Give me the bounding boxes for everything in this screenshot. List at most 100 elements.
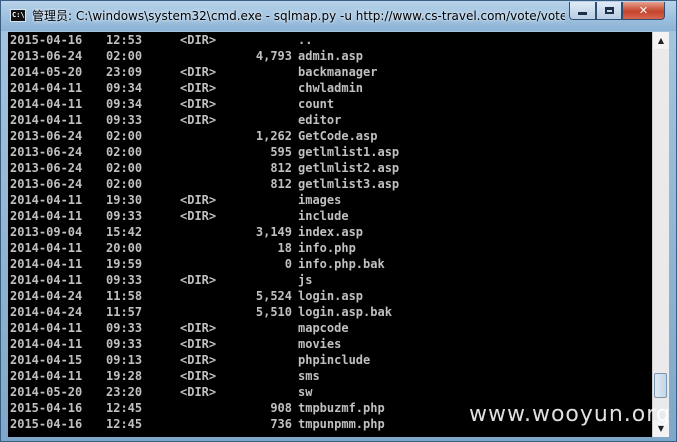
entry-date: 2014-04-24 xyxy=(10,289,83,303)
window-title: 管理员: C:\windows\system32\cmd.exe - sqlma… xyxy=(32,9,565,23)
entry-date: 2014-04-11 xyxy=(10,81,83,95)
scrollbar-thumb[interactable] xyxy=(654,373,667,398)
entry-time: 02:00 xyxy=(106,129,143,143)
entry-name: .. xyxy=(298,33,313,47)
vertical-scrollbar[interactable]: ▲ ▼ xyxy=(652,32,669,437)
entry-date: 2014-04-11 xyxy=(10,193,83,207)
entry-time: 11:58 xyxy=(106,289,143,303)
entry-size: 812 xyxy=(270,177,292,191)
listing-row: 2014-04-15 09:13 <DIR> phpinclude xyxy=(10,352,650,368)
entry-time: 12:45 xyxy=(106,401,143,415)
entry-time: 12:45 xyxy=(106,417,143,431)
listing-row: 2014-04-11 09:33 <DIR> movies xyxy=(10,336,650,352)
entry-dir-marker: <DIR> xyxy=(180,209,217,223)
entry-name: info.php xyxy=(298,241,356,255)
entry-dir-marker: <DIR> xyxy=(180,273,217,287)
entry-time: 23:20 xyxy=(106,385,143,399)
cmd-icon: C:\ xyxy=(10,9,26,22)
entry-date: 2014-04-11 xyxy=(10,97,83,111)
entry-time: 02:00 xyxy=(106,49,143,63)
entry-name: backmanager xyxy=(298,65,378,79)
entry-name: sw xyxy=(298,385,313,399)
entry-time: 09:33 xyxy=(106,273,143,287)
entry-date: 2013-06-24 xyxy=(10,161,83,175)
maximize-button[interactable] xyxy=(596,2,622,20)
listing-row: 2013-06-24 02:00 4,793 admin.asp xyxy=(10,48,650,64)
entry-time: 02:00 xyxy=(106,161,143,175)
entry-size: 908 xyxy=(270,401,292,415)
entry-date: 2014-05-20 xyxy=(10,385,83,399)
minimize-button[interactable] xyxy=(569,2,596,20)
scroll-up-icon: ▲ xyxy=(657,36,665,45)
entry-name: images xyxy=(298,193,342,207)
entry-date: 2014-04-11 xyxy=(10,241,83,255)
entry-name: getlmlist1.asp xyxy=(298,145,400,159)
entry-name: editor xyxy=(298,113,342,127)
watermark: www.wooyun.org xyxy=(469,402,671,427)
directory-listing: 2015-04-16 12:53 <DIR>.. 2013-06-24 02:00 4,7… xyxy=(10,32,650,432)
entry-date: 2014-04-11 xyxy=(10,369,83,383)
listing-row: 2014-05-20 23:20 <DIR> sw xyxy=(10,384,650,400)
entry-time: 09:33 xyxy=(106,337,143,351)
entry-date: 2015-04-16 xyxy=(10,33,83,47)
entry-date: 2014-04-15 xyxy=(10,353,83,367)
entry-date: 2015-04-16 xyxy=(10,401,83,415)
listing-row: 2014-04-11 09:33 <DIR> include xyxy=(10,208,650,224)
entry-date: 2013-06-24 xyxy=(10,145,83,159)
entry-date: 2014-04-11 xyxy=(10,321,83,335)
entry-time: 09:33 xyxy=(106,321,143,335)
listing-row: 2014-04-11 20:00 18 info.php xyxy=(10,240,650,256)
listing-row: 2015-04-16 12:53 <DIR>.. xyxy=(10,32,650,48)
entry-name: phpinclude xyxy=(298,353,371,367)
entry-dir-marker: <DIR> xyxy=(180,65,217,79)
entry-date: 2014-04-11 xyxy=(10,273,83,287)
entry-time: 19:30 xyxy=(106,193,143,207)
entry-name: sms xyxy=(298,369,320,383)
entry-size: 4,793 xyxy=(255,49,292,63)
entry-name: js xyxy=(298,273,313,287)
entry-dir-marker: <DIR> xyxy=(180,369,217,383)
entry-dir-marker: <DIR> xyxy=(180,353,217,367)
entry-size: 0 xyxy=(284,257,292,271)
listing-row: 2014-04-11 19:30 <DIR> images xyxy=(10,192,650,208)
entry-name: count xyxy=(298,97,335,111)
listing-row: 2013-06-24 02:00 812 getlmlist3.asp xyxy=(10,176,650,192)
console-output[interactable]: 2015-04-16 12:53 <DIR>.. 2013-06-24 02:00 4,7… xyxy=(8,32,652,437)
entry-name: tmpunpmm.php xyxy=(298,417,385,431)
entry-size: 736 xyxy=(270,417,292,431)
listing-row: 2014-04-11 09:34 <DIR> count xyxy=(10,96,650,112)
scroll-up-button[interactable]: ▲ xyxy=(653,32,669,49)
entry-size: 5,510 xyxy=(255,305,292,319)
entry-time: 15:42 xyxy=(106,225,143,239)
entry-date: 2013-06-24 xyxy=(10,129,83,143)
entry-dir-marker: <DIR> xyxy=(180,113,217,127)
entry-name: login.asp.bak xyxy=(298,305,392,319)
entry-size: 1,262 xyxy=(255,129,292,143)
entry-dir-marker: <DIR> xyxy=(180,321,217,335)
listing-row: 2013-06-24 02:00 595 getlmlist1.asp xyxy=(10,144,650,160)
entry-time: 09:13 xyxy=(106,353,143,367)
entry-dir-marker: <DIR> xyxy=(180,81,217,95)
listing-row: 2014-04-11 09:34 <DIR> chwladmin xyxy=(10,80,650,96)
entry-date: 2013-06-24 xyxy=(10,49,83,63)
entry-time: 19:28 xyxy=(106,369,143,383)
entry-date: 2014-04-11 xyxy=(10,113,83,127)
entry-date: 2014-04-11 xyxy=(10,337,83,351)
entry-date: 2014-04-24 xyxy=(10,305,83,319)
entry-time: 12:53 xyxy=(106,33,143,47)
entry-size: 3,149 xyxy=(255,225,292,239)
entry-time: 20:00 xyxy=(106,241,143,255)
entry-dir-marker: <DIR> xyxy=(180,97,217,111)
minimize-icon xyxy=(578,12,587,15)
entry-name: mapcode xyxy=(298,321,349,335)
close-button[interactable]: ✕ xyxy=(622,2,665,20)
entry-date: 2014-04-11 xyxy=(10,209,83,223)
entry-date: 2015-04-16 xyxy=(10,417,83,431)
listing-row: 2014-04-24 11:58 5,524 login.asp xyxy=(10,288,650,304)
entry-time: 09:34 xyxy=(106,97,143,111)
entry-date: 2014-04-11 xyxy=(10,257,83,271)
entry-time: 02:00 xyxy=(106,145,143,159)
close-icon: ✕ xyxy=(638,4,649,17)
entry-date: 2013-09-04 xyxy=(10,225,83,239)
entry-name: movies xyxy=(298,337,342,351)
